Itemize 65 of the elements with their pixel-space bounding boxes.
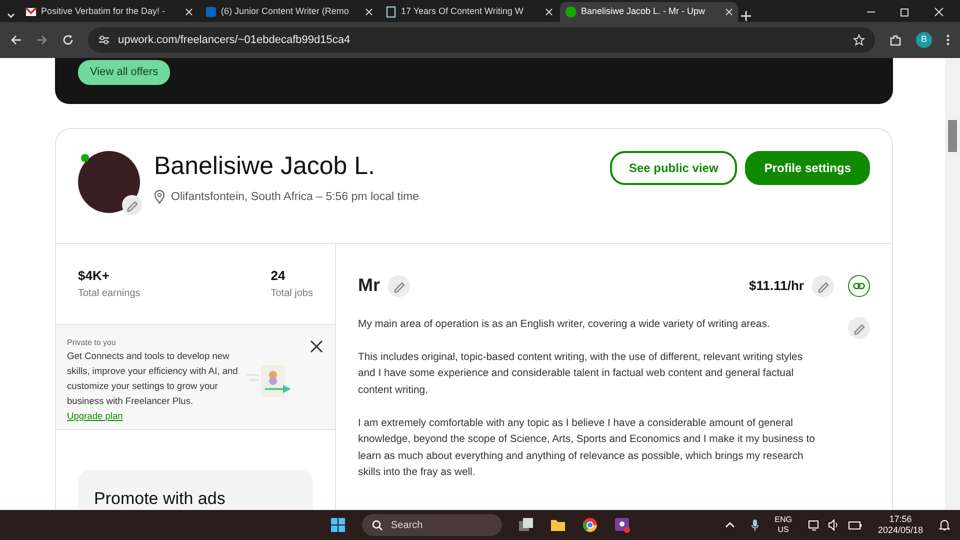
language-indicator[interactable]: ENG US bbox=[774, 515, 792, 535]
edit-button[interactable] bbox=[812, 274, 834, 296]
page-icon bbox=[385, 6, 397, 18]
volume-icon[interactable] bbox=[828, 519, 840, 531]
promo-text: Get Connects and tools to develop new skills, improve your efficiency with AI, and customize your settings to grow your business with Freelancer Plus. Upgrade plan bbox=[67, 350, 239, 423]
close-icon[interactable] bbox=[185, 8, 193, 16]
view-offers-button[interactable]: View all offers bbox=[78, 60, 170, 84]
address-bar[interactable]: upwork.com/freelancers/~01ebdecafb99d15ca4 bbox=[88, 27, 875, 53]
browser-tab[interactable]: (6) Junior Content Writer (Remo bbox=[200, 2, 378, 22]
overview-paragraph: I am extremely comfortable with any topic as I believe I have a considerable amount of general knowledge, beyond the scope of Science, Arts, Sports and Economics and I make it my business to learn as much about everything and anything of relevance as possible, which brings my research skills into the fray as well. bbox=[358, 416, 816, 480]
close-icon[interactable] bbox=[365, 8, 373, 16]
chevron-up-icon[interactable] bbox=[724, 520, 735, 530]
profile-settings-button[interactable]: Profile settings bbox=[745, 151, 870, 185]
forward-icon[interactable] bbox=[36, 34, 48, 46]
more-icon[interactable] bbox=[946, 34, 950, 46]
notification-bell-icon[interactable] bbox=[939, 519, 950, 531]
close-icon[interactable] bbox=[545, 8, 553, 16]
hourly-rate: $11.11/hr bbox=[749, 276, 804, 295]
network-icon[interactable] bbox=[808, 519, 820, 531]
location-pin-icon bbox=[154, 190, 165, 204]
task-view-icon[interactable] bbox=[518, 517, 534, 533]
extensions-icon[interactable] bbox=[889, 34, 902, 46]
browser-tab[interactable]: 17 Years Of Content Writing W bbox=[380, 2, 558, 22]
site-icon bbox=[205, 6, 217, 18]
video-app-icon[interactable] bbox=[614, 517, 630, 533]
browser-tab[interactable]: Positive Verbatim for the Day! - bbox=[20, 2, 198, 22]
location-text: Olifantsfontein, South Africa – 5:56 pm local time bbox=[171, 190, 420, 204]
stat-value: $4K+ bbox=[78, 267, 110, 285]
close-icon[interactable] bbox=[725, 8, 733, 16]
search-icon bbox=[372, 520, 383, 530]
site-settings-icon[interactable] bbox=[98, 34, 110, 46]
edit-photo-button[interactable] bbox=[122, 195, 142, 215]
back-icon[interactable] bbox=[10, 34, 22, 46]
battery-icon[interactable] bbox=[848, 519, 862, 531]
browser-tab[interactable]: Banelisiwe Jacob L. - Mr - Upw bbox=[560, 2, 738, 22]
private-label: Private to you bbox=[67, 337, 117, 349]
star-icon[interactable] bbox=[853, 34, 865, 46]
close-icon[interactable] bbox=[934, 7, 944, 17]
folder-icon[interactable] bbox=[550, 517, 566, 533]
start-icon[interactable] bbox=[330, 517, 346, 533]
copy-link-button[interactable] bbox=[848, 274, 870, 296]
profile-title: Mr bbox=[358, 274, 380, 297]
taskbar-search[interactable]: Search bbox=[362, 514, 502, 536]
mail-icon bbox=[25, 6, 37, 18]
new-tab-icon[interactable] bbox=[740, 10, 752, 22]
upgrade-link[interactable]: Upgrade plan bbox=[67, 410, 123, 420]
reload-icon[interactable] bbox=[62, 34, 74, 46]
avatar-photo-placeholder bbox=[78, 151, 140, 213]
scrollbar-thumb[interactable] bbox=[948, 120, 957, 152]
stat-label: Total jobs bbox=[270, 286, 313, 300]
edit-button[interactable] bbox=[848, 317, 870, 339]
close-icon bbox=[310, 340, 323, 354]
clock[interactable]: 17:56 2024/05/18 bbox=[878, 514, 923, 536]
microphone-icon[interactable] bbox=[750, 519, 759, 531]
edit-button[interactable] bbox=[388, 274, 410, 296]
ads-title: Promote with ads bbox=[94, 488, 226, 510]
public-view-button[interactable]: See public view bbox=[610, 151, 738, 185]
profile-name: Banelisiwe Jacob L. bbox=[154, 153, 376, 180]
site-icon bbox=[565, 6, 577, 18]
restore-icon[interactable] bbox=[900, 7, 910, 17]
overview-paragraph: My main area of operation is as an English writer, covering a wide variety of writing areas. bbox=[358, 318, 771, 332]
stat-value: 24 bbox=[270, 267, 286, 285]
browser-icon[interactable] bbox=[582, 517, 598, 533]
stat-label: Total earnings bbox=[78, 286, 140, 300]
overview-paragraph: This includes original, topic-based content writing, with the use of different, relevant writing styles and I have some experience and considerable talent in factual web content and general factual content writing. bbox=[358, 350, 804, 398]
